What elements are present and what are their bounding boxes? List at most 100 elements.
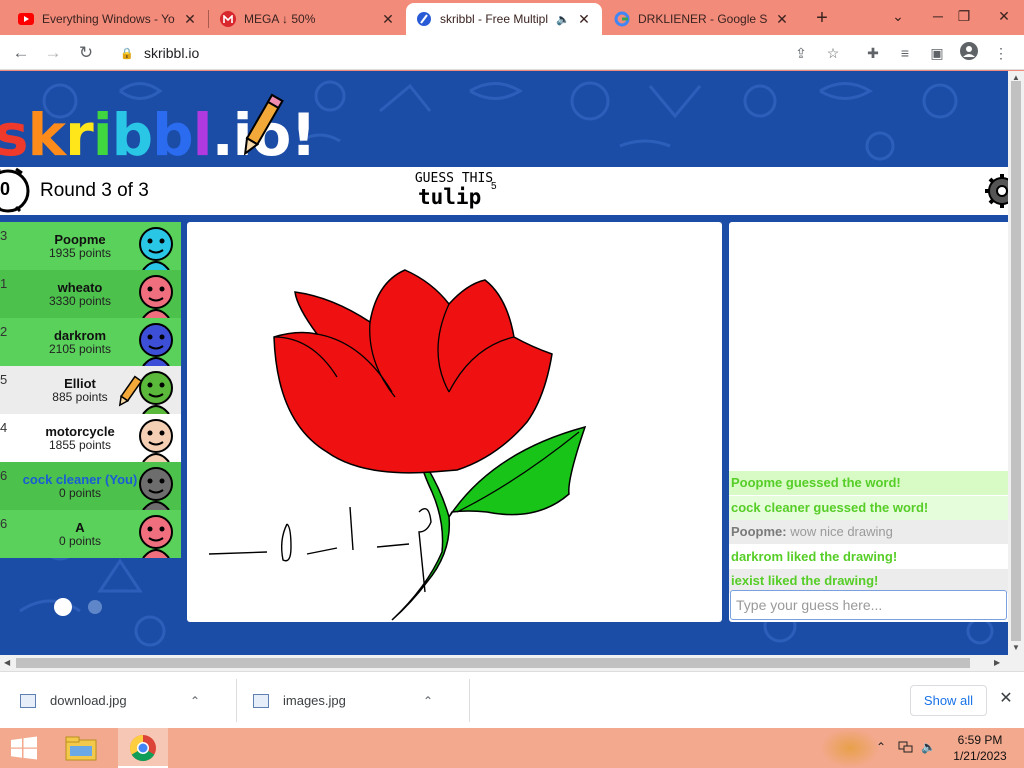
tab-google[interactable]: DRKLIENER - Google Sea ✕ — [604, 3, 800, 35]
guess-label: GUESS THIS — [414, 171, 494, 186]
skribbl-logo: skribbl.io! — [0, 93, 317, 173]
close-tab-icon[interactable]: ✕ — [576, 11, 592, 27]
download-item[interactable]: images.jpg ⌃ — [253, 672, 433, 729]
flower-shape — [273, 269, 553, 474]
share-icon[interactable]: ⇪ — [790, 42, 812, 64]
chat-message-name: Poopme guessed the word! — [731, 475, 901, 490]
tab-separator — [208, 10, 209, 28]
player-list: 3 Poopme 1935 points 1 wheato 3330 points 2 dar… — [0, 222, 181, 558]
volume-icon[interactable]: 🔈 — [921, 740, 936, 754]
tulip-drawing — [208, 269, 587, 621]
close-tab-icon[interactable]: ✕ — [182, 11, 198, 27]
restore-icon[interactable]: ❐ — [944, 0, 984, 35]
scroll-right-icon[interactable]: ▶ — [994, 658, 1000, 667]
word-letter-count: 5 — [491, 181, 497, 192]
show-all-button[interactable]: Show all — [910, 685, 987, 716]
player-row[interactable]: 1 wheato 3330 points — [0, 270, 181, 318]
player-avatar — [139, 227, 173, 270]
skribbl-icon — [416, 11, 432, 27]
handwritten-hint — [208, 506, 432, 593]
chevron-up-icon[interactable]: ⌃ — [190, 694, 200, 708]
player-row[interactable]: 5 Elliot 885 points — [0, 366, 181, 414]
download-filename[interactable]: download.jpg — [50, 693, 190, 708]
player-row[interactable]: 3 Poopme 1935 points — [0, 222, 181, 270]
address-bar[interactable]: 🔒 skribbl.io — [110, 40, 855, 66]
divider — [469, 679, 470, 722]
lock-icon[interactable]: 🔒 — [120, 47, 134, 60]
download-item[interactable]: download.jpg ⌃ — [20, 672, 200, 729]
player-row[interactable]: 4 motorcycle 1855 points — [0, 414, 181, 462]
close-shelf-icon[interactable]: ✕ — [996, 688, 1016, 708]
tab-title: skribbl - Free Multipl — [440, 12, 549, 26]
close-tab-icon[interactable]: ✕ — [380, 11, 396, 27]
divider — [236, 679, 237, 722]
drawing-pencil-icon — [118, 375, 141, 407]
download-filename[interactable]: images.jpg — [283, 693, 423, 708]
chrome-taskbar-icon[interactable] — [118, 728, 168, 768]
reload-icon[interactable]: ↻ — [73, 40, 99, 66]
tab-strip: Everything Windows - Yo ✕ MEGA ↓ 50% ✕ s… — [0, 0, 1024, 35]
google-icon — [614, 11, 630, 27]
settings-gear-icon[interactable] — [982, 171, 1008, 211]
bookmark-star-icon[interactable]: ☆ — [822, 42, 844, 64]
windows-taskbar: ⌃ 🔈 6:59 PM 1/21/2023 — [0, 728, 1024, 768]
guess-input[interactable] — [730, 590, 1007, 620]
vertical-scrollbar[interactable]: ▲ ▼ — [1008, 71, 1024, 655]
file-explorer-icon[interactable] — [56, 728, 106, 768]
tab-title: MEGA ↓ 50% — [244, 12, 316, 26]
chat-message-name: iexist liked the drawing! — [731, 573, 879, 588]
youtube-icon — [18, 11, 34, 27]
scroll-down-icon[interactable]: ▼ — [1012, 643, 1020, 652]
word-display: tulip — [418, 185, 482, 209]
back-icon[interactable]: ← — [8, 40, 34, 66]
mega-icon — [220, 11, 236, 27]
chevron-up-icon[interactable]: ⌃ — [423, 694, 433, 708]
system-clock[interactable]: 6:59 PM 1/21/2023 — [945, 732, 1015, 764]
page-dot[interactable] — [88, 600, 102, 614]
chat-message-name: Poopme: — [731, 524, 787, 539]
speaker-icon[interactable]: 🔈 — [556, 13, 570, 26]
download-shelf: download.jpg ⌃ images.jpg ⌃ Show all ✕ — [0, 671, 1024, 728]
player-row[interactable]: 6A0 points — [0, 510, 181, 558]
tab-youtube[interactable]: Everything Windows - Yo ✕ — [8, 3, 208, 35]
skribbl-page: skribbl.io! 0 Round 3 of 3 GUESS THIS tu… — [0, 71, 1008, 655]
media-control-icon[interactable]: ≡ — [894, 42, 916, 64]
clock-time: 6:59 PM — [957, 733, 1003, 747]
tab-title: DRKLIENER - Google Sea — [638, 12, 768, 26]
player-row[interactable]: 2 darkrom 2105 points — [0, 318, 181, 366]
image-file-icon — [253, 693, 269, 708]
page-dot-active[interactable] — [54, 598, 72, 616]
scrollbar-thumb[interactable] — [1011, 81, 1021, 641]
tab-skribbl[interactable]: skribbl - Free Multipl 🔈 ✕ — [406, 3, 602, 35]
menu-kebab-icon[interactable]: ⋮ — [990, 42, 1012, 64]
horizontal-scrollbar[interactable]: ◀ ▶ — [0, 655, 1024, 671]
tab-title: Everything Windows - Yo — [42, 12, 175, 26]
close-tab-icon[interactable]: ✕ — [774, 11, 790, 27]
image-file-icon — [20, 693, 36, 708]
scroll-left-icon[interactable]: ◀ — [4, 658, 10, 667]
chat-message: darkrom liked the drawing! — [729, 544, 1008, 569]
player-avatar — [139, 467, 173, 510]
tray-chevron-icon[interactable]: ⌃ — [876, 740, 886, 754]
player-row[interactable]: 6 cock cleaner (You) 0 points — [0, 462, 181, 510]
close-window-icon[interactable]: ✕ — [984, 0, 1024, 35]
tab-mega[interactable]: MEGA ↓ 50% ✕ — [210, 3, 406, 35]
chat-message: cock cleaner guessed the word! — [729, 495, 1008, 520]
extensions-icon[interactable]: ✚ — [862, 42, 884, 64]
chat-message-name: darkrom liked the drawing! — [731, 548, 898, 564]
side-panel-icon[interactable]: ▣ — [926, 42, 948, 64]
network-icon[interactable] — [898, 740, 914, 757]
scrollbar-thumb[interactable] — [16, 658, 970, 668]
chat-message: Poopme guessed the word! — [729, 471, 1008, 495]
profile-avatar-icon[interactable] — [958, 42, 980, 64]
chat-panel: Poopme guessed the word! cock cleaner gue… — [729, 222, 1008, 622]
player-avatar — [139, 419, 173, 462]
windows-start-icon[interactable] — [0, 728, 48, 768]
forward-icon[interactable]: → — [40, 40, 66, 66]
new-tab-button[interactable]: + — [808, 5, 836, 33]
url-text[interactable]: skribbl.io — [144, 45, 199, 61]
tab-search-icon[interactable]: ⌄ — [878, 0, 918, 35]
drawing-canvas[interactable] — [187, 222, 722, 622]
player-avatar — [139, 275, 173, 318]
chat-message: Poopme: wow nice drawing — [729, 520, 1008, 544]
